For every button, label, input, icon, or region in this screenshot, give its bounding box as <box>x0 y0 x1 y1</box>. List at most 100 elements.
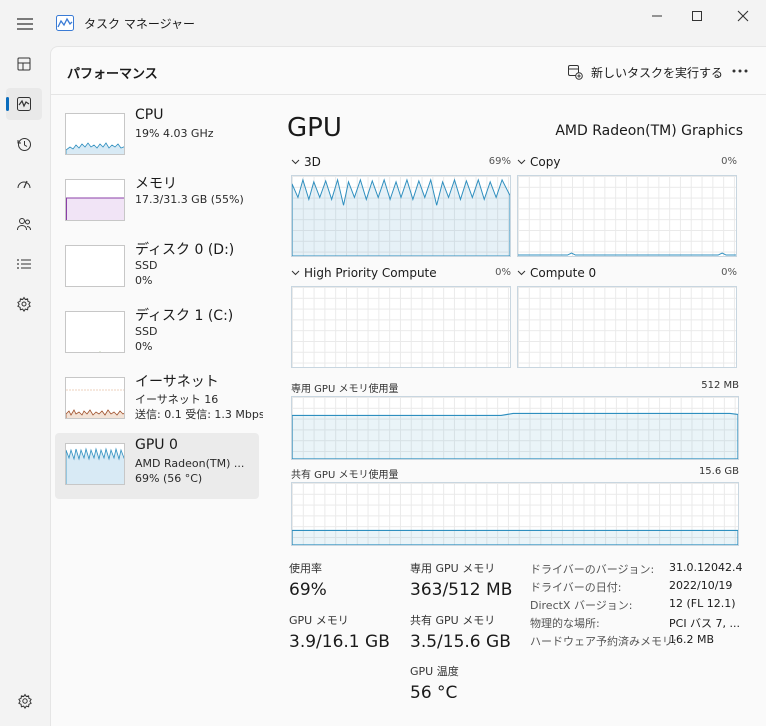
device-name: GPU 0 <box>135 437 178 453</box>
disk1-thumbnail-graph <box>65 311 125 353</box>
info-value: 31.0.12042.4 <box>669 561 743 574</box>
dedicated-memory-graph <box>291 396 739 460</box>
device-detail: SSD <box>135 259 158 272</box>
device-item-memory[interactable]: メモリ 17.3/31.3 GB (55%) <box>55 169 259 235</box>
run-new-task-label: 新しいタスクを実行する <box>591 65 724 80</box>
device-item-disk-0[interactable]: ディスク 0 (D:) SSD 0% <box>55 235 259 301</box>
engine-graph-copy <box>517 175 737 257</box>
gpu-memory-value: 3.9/16.1 GB <box>289 632 390 652</box>
chevron-down-icon <box>291 159 300 165</box>
engine-percent: 69% <box>488 156 511 167</box>
main-content: パフォーマンス 新しいタスクを実行する CPU 19% 4.03 GHz メモリ… <box>50 46 766 726</box>
info-key: ドライバーの日付: <box>530 581 622 594</box>
device-item-ethernet[interactable]: イーサネット イーサネット 16 送信: 0.1 受信: 1.3 Mbps <box>55 367 263 433</box>
engine-graph-compute-0 <box>517 286 737 368</box>
gpu-temperature-value: 56 °C <box>410 683 458 703</box>
dedicated-memory-label: 専用 GPU メモリ使用量 <box>291 384 399 395</box>
page-title: パフォーマンス <box>67 67 158 82</box>
utilization-value: 69% <box>289 580 327 600</box>
chevron-down-icon <box>517 159 526 165</box>
device-usage: 送信: 0.1 受信: 1.3 Mbps <box>135 408 263 421</box>
engine-selector-compute-0[interactable]: Compute 0 <box>517 266 596 280</box>
new-task-icon <box>568 65 583 80</box>
chevron-down-icon <box>517 270 526 276</box>
info-value: 2022/10/19 <box>669 579 733 592</box>
task-manager-icon <box>56 15 74 31</box>
page-header: パフォーマンス 新しいタスクを実行する <box>51 47 766 95</box>
device-name: ディスク 1 (C:) <box>135 308 234 324</box>
maximize-button[interactable] <box>682 6 712 26</box>
utilization-label: 使用率 <box>289 562 322 575</box>
device-detail: AMD Radeon(TM) ... <box>135 457 245 470</box>
nav-processes-icon[interactable] <box>6 48 42 80</box>
info-value: 12 (FL 12.1) <box>669 597 736 610</box>
gpu-temperature-label: GPU 温度 <box>410 665 459 678</box>
engine-name: Copy <box>530 155 561 169</box>
device-detail: 17.3/31.3 GB (55%) <box>135 193 244 206</box>
device-item-cpu[interactable]: CPU 19% 4.03 GHz <box>55 103 259 169</box>
info-value: 16.2 MB <box>669 633 715 646</box>
device-detail: 19% 4.03 GHz <box>135 127 214 140</box>
shared-gpu-memory-label: 共有 GPU メモリ <box>410 614 496 627</box>
close-button[interactable] <box>728 6 758 26</box>
engine-selector-3d[interactable]: 3D <box>291 155 321 169</box>
device-name: イーサネット <box>135 374 219 390</box>
dedicated-memory-max: 512 MB <box>701 380 739 391</box>
shared-memory-label: 共有 GPU メモリ使用量 <box>291 470 399 481</box>
gpu-memory-label: GPU メモリ <box>289 614 349 627</box>
engine-name: Compute 0 <box>530 266 597 280</box>
settings-gear-icon[interactable] <box>14 690 36 712</box>
engine-percent: 0% <box>495 267 511 278</box>
nav-services-icon[interactable] <box>6 288 42 320</box>
engine-name: High Priority Compute <box>304 266 437 280</box>
nav-performance-icon[interactable] <box>6 88 42 120</box>
engine-percent: 0% <box>721 156 737 167</box>
memory-thumbnail-graph <box>65 179 125 221</box>
title-bar: タスク マネージャー <box>0 0 766 46</box>
disk0-thumbnail-graph <box>65 245 125 287</box>
device-detail: イーサネット 16 <box>135 393 219 406</box>
nav-details-icon[interactable] <box>6 248 42 280</box>
engine-graph-high-priority-compute <box>291 286 511 368</box>
device-usage: 0% <box>135 274 153 287</box>
device-item-disk-1[interactable]: ディスク 1 (C:) SSD 0% <box>55 301 259 367</box>
info-value: PCI バス 7, ... <box>669 617 741 630</box>
nav-app-history-icon[interactable] <box>6 128 42 160</box>
device-usage: 69% (56 °C) <box>135 472 203 485</box>
chevron-down-icon <box>291 270 300 276</box>
window-title: タスク マネージャー <box>84 17 195 31</box>
info-key: 物理的な場所: <box>530 617 600 630</box>
shared-memory-max: 15.6 GB <box>698 466 739 477</box>
shared-gpu-memory-value: 3.5/15.6 GB <box>410 632 511 652</box>
ethernet-thumbnail-graph <box>65 377 125 419</box>
shared-memory-graph <box>291 482 739 546</box>
engine-selector-high-priority-compute[interactable]: High Priority Compute <box>291 266 437 280</box>
menu-icon[interactable] <box>12 12 38 36</box>
device-list: CPU 19% 4.03 GHz メモリ 17.3/31.3 GB (55%) … <box>55 103 263 499</box>
engine-name: 3D <box>304 155 321 169</box>
info-key: ハードウェア予約済みメモリ: <box>530 635 677 648</box>
gpu-title: GPU <box>287 113 342 143</box>
minimize-button[interactable] <box>642 6 672 26</box>
more-options-icon[interactable] <box>727 61 753 81</box>
info-key: ドライバーのバージョン: <box>530 563 655 576</box>
dedicated-gpu-memory-value: 363/512 MB <box>410 580 513 600</box>
device-name: CPU <box>135 107 164 123</box>
device-name: メモリ <box>135 176 177 192</box>
engine-percent: 0% <box>721 267 737 278</box>
device-name: ディスク 0 (D:) <box>135 242 235 258</box>
device-item-gpu-0[interactable]: GPU 0 AMD Radeon(TM) ... 69% (56 °C) <box>55 433 259 499</box>
gpu-thumbnail-graph <box>65 443 125 485</box>
device-usage: 0% <box>135 340 153 353</box>
nav-startup-icon[interactable] <box>6 168 42 200</box>
run-new-task-button[interactable]: 新しいタスクを実行する <box>567 62 723 82</box>
side-navigation <box>0 46 48 726</box>
device-detail: SSD <box>135 325 158 338</box>
gpu-model: AMD Radeon(TM) Graphics <box>555 123 743 139</box>
info-key: DirectX バージョン: <box>530 599 633 612</box>
cpu-thumbnail-graph <box>65 113 125 155</box>
nav-users-icon[interactable] <box>6 208 42 240</box>
dedicated-gpu-memory-label: 専用 GPU メモリ <box>410 562 496 575</box>
engine-graph-3d <box>291 175 511 257</box>
engine-selector-copy[interactable]: Copy <box>517 155 560 169</box>
